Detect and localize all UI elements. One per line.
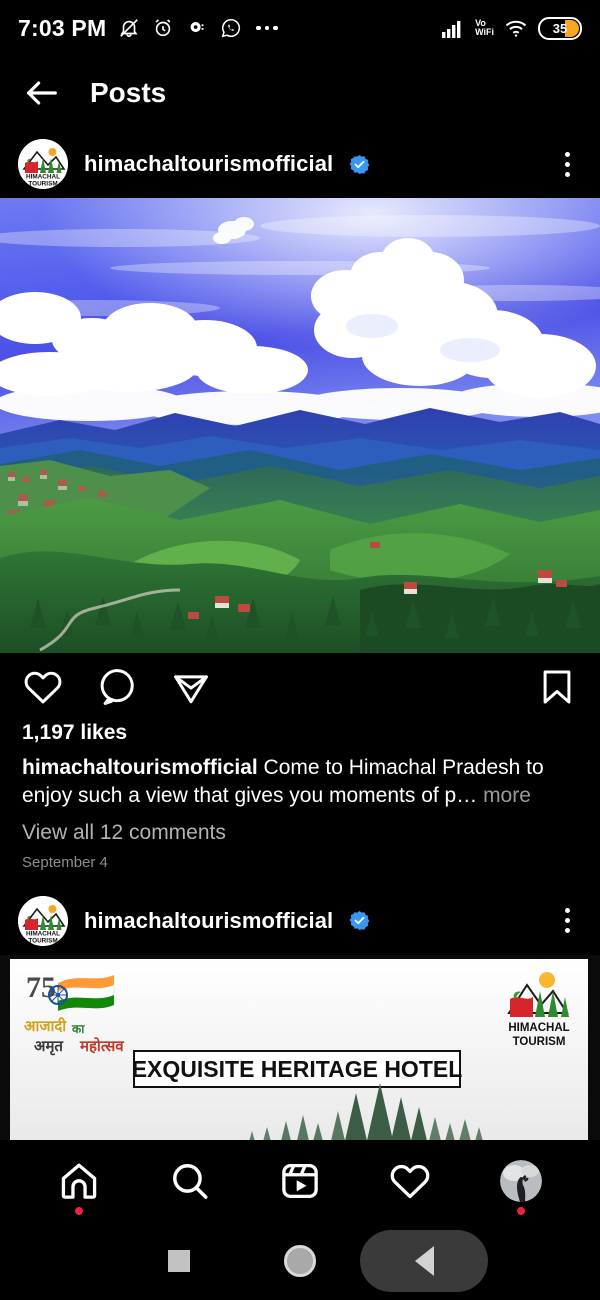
status-overflow-dots-icon: [256, 25, 278, 31]
battery-level-text: 35: [552, 20, 568, 36]
profile-badge-dot: [516, 1207, 525, 1215]
avatar[interactable]: HIMACHAL TOURISM: [18, 895, 68, 946]
page-title: Posts: [90, 77, 167, 108]
svg-text:HIMACHAL: HIMACHAL: [508, 1022, 569, 1034]
android-system-nav: [0, 1222, 600, 1300]
home-badge-dot: [75, 1207, 84, 1215]
bottom-navigation: [0, 1140, 600, 1222]
svg-text:TOURISM: TOURISM: [28, 937, 57, 944]
recents-square-icon[interactable]: [168, 1250, 190, 1272]
bookmark-icon[interactable]: [536, 666, 578, 708]
bell-muted-icon: [118, 17, 140, 39]
post-image-1[interactable]: [0, 198, 600, 653]
status-bar-clock: 7:03 PM: [18, 14, 107, 41]
verified-badge-icon: [349, 154, 370, 175]
alarm-icon: [152, 17, 174, 39]
svg-text:महोत्सव: महोत्सव: [79, 1037, 124, 1055]
post-date: September 4: [22, 853, 108, 871]
post-caption: himachaltourismofficial Come to Himachal…: [22, 754, 578, 811]
status-bar-right: Vo WiFi 35: [441, 16, 582, 40]
home-circle-icon[interactable]: [284, 1245, 316, 1277]
post-meta-1: 1,197 likes himachaltourismofficial Come…: [0, 721, 600, 871]
caption-more-link[interactable]: more: [477, 784, 531, 807]
nav-profile[interactable]: [495, 1155, 547, 1215]
wifi-icon: [504, 18, 528, 38]
post-image-2[interactable]: 75 आजादी का अमृत महोत्सव HIMACHAL TOURIS…: [0, 954, 600, 1145]
battery-indicator: 35: [538, 16, 582, 40]
svg-text:TOURISM: TOURISM: [513, 1036, 566, 1048]
svg-text:आजादी: आजादी: [24, 1017, 67, 1035]
post-username[interactable]: himachaltourismofficial: [84, 908, 333, 934]
kebab-menu-icon[interactable]: [552, 144, 582, 184]
back-triangle-glyph: [414, 1246, 434, 1276]
whatsapp-icon: [220, 17, 242, 39]
nav-reels[interactable]: [274, 1155, 326, 1207]
post-actions-1: [0, 653, 600, 721]
likes-count[interactable]: 1,197 likes: [22, 721, 578, 745]
post-username[interactable]: himachaltourismofficial: [84, 151, 333, 177]
nav-home[interactable]: [53, 1155, 105, 1215]
signal-bars-icon: [441, 18, 465, 38]
comment-icon[interactable]: [96, 666, 138, 708]
nav-search[interactable]: [164, 1155, 216, 1207]
status-bar-left: 7:03 PM: [18, 15, 441, 42]
kebab-menu-icon[interactable]: [552, 901, 582, 941]
instagram-post-screen: 7:03 PM Vo WiFi 35 Posts HIMACHAL TOURIS…: [0, 0, 600, 1300]
svg-text:EXQUISITE HERITAGE HOTEL: EXQUISITE HERITAGE HOTEL: [132, 1056, 463, 1082]
view-all-comments-link[interactable]: View all 12 comments: [22, 821, 578, 845]
post-header-1: HIMACHAL TOURISM himachaltourismofficial: [0, 130, 600, 198]
caption-author[interactable]: himachaltourismofficial: [22, 756, 258, 779]
vowifi-line-2: WiFi: [475, 27, 494, 37]
back-arrow-icon[interactable]: [22, 73, 62, 113]
profile-avatar[interactable]: [499, 1160, 542, 1202]
status-bar: 7:03 PM Vo WiFi 35: [0, 0, 600, 56]
heart-icon[interactable]: [22, 666, 64, 708]
post-header-2: HIMACHAL TOURISM himachaltourismofficial: [0, 887, 600, 955]
svg-text:TOURISM: TOURISM: [28, 181, 57, 188]
nav-activity[interactable]: [384, 1155, 436, 1207]
nav-header: Posts: [0, 56, 600, 130]
avatar[interactable]: HIMACHAL TOURISM: [18, 139, 68, 189]
svg-text:अमृत: अमृत: [34, 1038, 64, 1056]
share-paper-plane-icon[interactable]: [170, 666, 212, 708]
back-triangle-icon[interactable]: [360, 1230, 488, 1292]
vowifi-indicator: Vo WiFi: [475, 19, 494, 37]
verified-badge-icon: [349, 910, 370, 931]
svg-text:का: का: [71, 1022, 85, 1036]
notification-dot-icon: [186, 17, 208, 39]
